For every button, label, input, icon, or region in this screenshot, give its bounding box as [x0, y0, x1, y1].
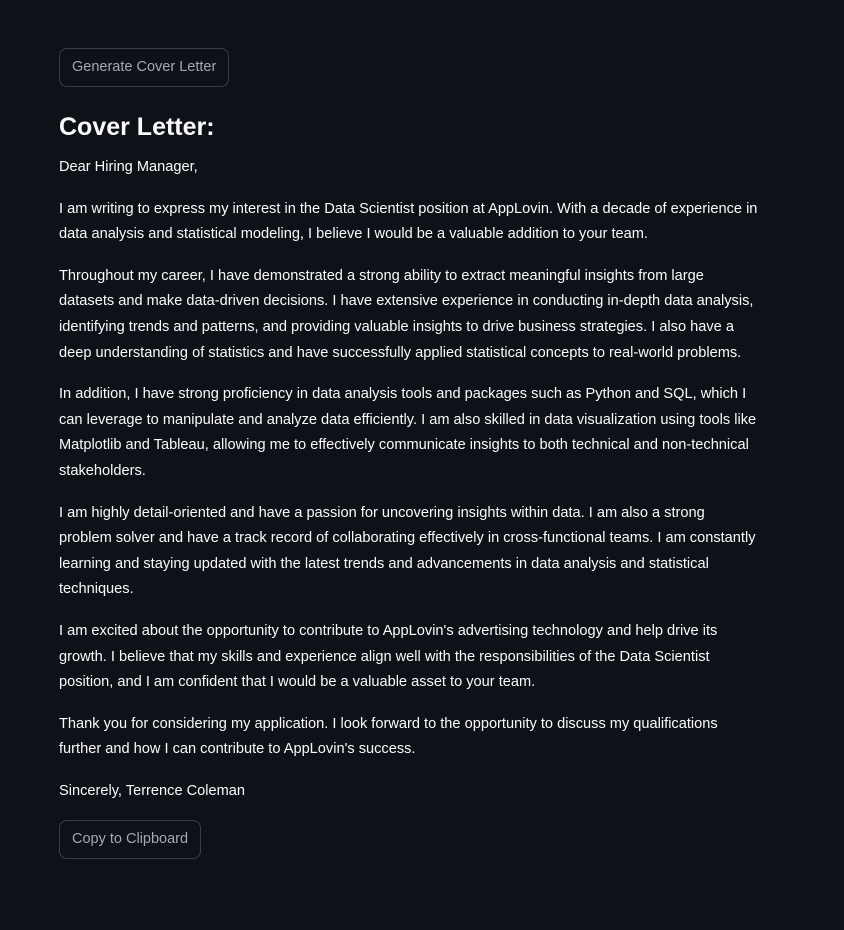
letter-paragraph: Throughout my career, I have demonstrate…	[59, 267, 754, 361]
letter-paragraph: I am excited about the opportunity to co…	[59, 622, 718, 691]
cover-letter-body: Dear Hiring Manager, I am writing to exp…	[59, 155, 760, 804]
letter-paragraph: I am highly detail-oriented and have a p…	[59, 504, 756, 598]
copy-button-container: Copy to Clipboard	[59, 820, 760, 860]
cover-letter-heading: Cover Letter:	[59, 113, 215, 141]
letter-paragraph: I am writing to express my interest in t…	[59, 200, 758, 243]
letter-closing: Sincerely, Terrence Coleman	[59, 782, 246, 799]
letter-paragraph: In addition, I have strong proficiency i…	[59, 386, 757, 479]
copy-to-clipboard-button[interactable]: Copy to Clipboard	[59, 820, 202, 860]
letter-paragraph: Thank you for considering my application…	[59, 715, 718, 758]
generate-cover-letter-button[interactable]: Generate Cover Letter	[59, 48, 230, 87]
letter-salutation: Dear Hiring Manager,	[59, 159, 198, 175]
app-main: Generate Cover Letter Cover Letter: Dear…	[0, 0, 844, 930]
